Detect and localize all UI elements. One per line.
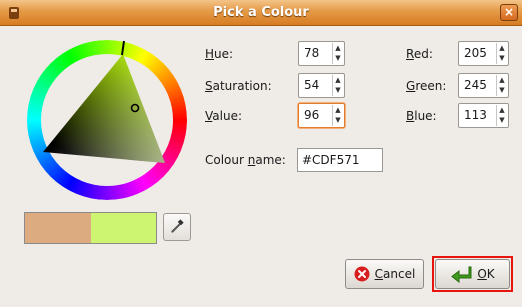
close-button[interactable]: × [500,4,518,21]
spin-up-icon[interactable]: ▲ [497,43,507,53]
spin-down-icon[interactable]: ▼ [333,85,343,95]
current-colour-swatch [91,213,156,243]
cancel-button-label: Cancel [374,267,416,281]
green-label: Green: [406,79,447,93]
hue-label: Hue: [205,47,234,61]
eyedropper-icon [171,219,184,233]
value-spin[interactable]: 96 ▲ ▼ [298,103,345,128]
hue-spin[interactable]: 78 ▲ ▼ [298,41,345,66]
saturation-spin[interactable]: 54 ▲ ▼ [298,73,345,98]
green-value[interactable]: 245 [464,74,487,97]
ok-button-label: OK [477,267,495,281]
spin-down-icon[interactable]: ▼ [497,115,507,125]
hue-value[interactable]: 78 [304,42,319,65]
colour-wheel[interactable] [27,40,187,200]
spin-up-icon[interactable]: ▲ [497,75,507,85]
spin-up-icon[interactable]: ▲ [333,43,343,53]
value-value[interactable]: 96 [304,104,319,127]
spin-up-icon[interactable]: ▲ [333,105,343,115]
colour-name-field[interactable] [297,148,383,172]
previous-colour-swatch[interactable] [25,213,91,243]
saturation-value[interactable]: 54 [304,74,319,97]
red-value[interactable]: 205 [464,42,487,65]
saturation-label: Saturation: [205,79,272,93]
close-icon: × [503,5,515,19]
colour-name-input[interactable] [298,149,382,171]
green-spin[interactable]: 245 ▲ ▼ [458,73,509,98]
spin-up-icon[interactable]: ▲ [497,105,507,115]
cancel-icon [354,266,370,282]
ok-button[interactable]: OK [435,259,510,289]
cancel-button[interactable]: Cancel [345,259,424,289]
spin-down-icon[interactable]: ▼ [333,115,343,125]
ok-icon [451,266,472,283]
value-label: Value: [205,109,242,123]
eyedropper-button[interactable] [163,213,191,241]
spin-down-icon[interactable]: ▼ [497,53,507,63]
spin-down-icon[interactable]: ▼ [333,53,343,63]
colour-name-label: Colour name: [205,153,286,167]
blue-spin[interactable]: 113 ▲ ▼ [458,103,509,128]
red-label: Red: [406,47,433,61]
red-spin[interactable]: 205 ▲ ▼ [458,41,509,66]
window-title: Pick a Colour [213,5,309,20]
blue-value[interactable]: 113 [464,104,487,127]
spin-up-icon[interactable]: ▲ [333,75,343,85]
title-bar[interactable]: Pick a Colour × [0,0,522,26]
spin-down-icon[interactable]: ▼ [497,85,507,95]
colour-swatch [24,212,157,244]
blue-label: Blue: [406,109,437,123]
